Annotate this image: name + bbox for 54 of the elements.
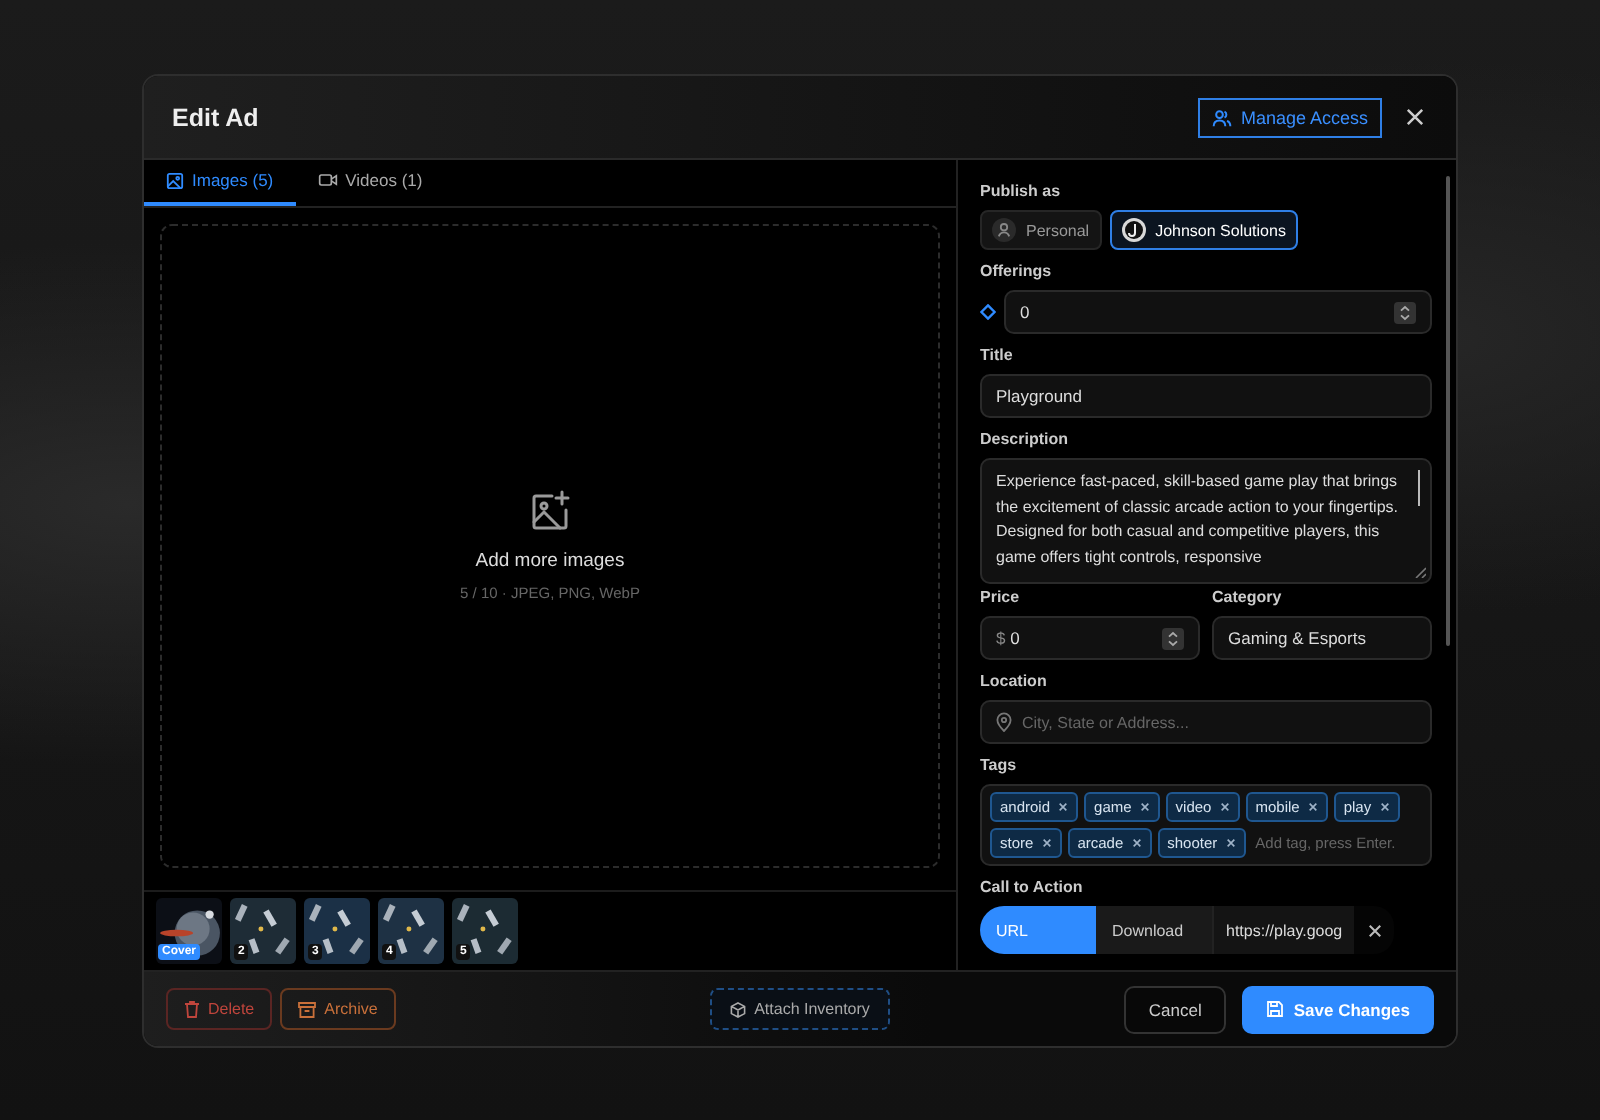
close-icon xyxy=(1367,923,1382,937)
image-icon xyxy=(166,171,184,190)
url-input[interactable]: https://play.goog xyxy=(1212,906,1355,954)
description-textarea[interactable]: Experience fast-paced, skill-based game play that brings the excitement of classic arcade action to your fingertips. Designed for both casual and competitive players, this game offers tight controls, responsive xyxy=(980,458,1432,584)
archive-icon xyxy=(298,1001,317,1017)
diamond-icon xyxy=(980,304,996,320)
publish-option[interactable]: Johnson Solutions xyxy=(1109,210,1298,250)
field-label: Title xyxy=(980,346,1015,364)
video-icon xyxy=(317,172,338,189)
remove-icon[interactable] xyxy=(1225,838,1236,848)
category-select[interactable]: Gaming & Esports xyxy=(1212,616,1432,660)
field-label: Tags xyxy=(980,756,1019,774)
title-input[interactable]: Playground xyxy=(980,374,1432,418)
dropzone-title: Add more images xyxy=(475,549,625,572)
media-tab[interactable]: Videos (1) xyxy=(295,160,445,206)
field-label: Publish as xyxy=(980,182,1063,200)
remove-icon[interactable] xyxy=(1379,802,1390,812)
save-icon xyxy=(1265,1000,1284,1018)
remove-icon[interactable] xyxy=(1058,802,1069,812)
close-icon[interactable] xyxy=(1406,108,1424,126)
cancel-button[interactable]: Cancel xyxy=(1124,985,1226,1033)
clear-button[interactable] xyxy=(1354,906,1395,954)
remove-icon[interactable] xyxy=(1139,802,1150,812)
person-icon xyxy=(992,218,1016,242)
remove-icon[interactable] xyxy=(1307,802,1318,812)
cta-option[interactable]: Download xyxy=(1096,906,1212,954)
dialog-title: Edit Ad xyxy=(172,103,259,131)
remove-icon[interactable] xyxy=(1041,838,1052,848)
offerings-input[interactable]: 0 xyxy=(1004,290,1432,334)
manage-access-button[interactable]: Manage Access xyxy=(1198,97,1382,137)
archive-button[interactable]: Archive xyxy=(280,988,396,1030)
add-image-icon xyxy=(528,489,572,534)
field-label: Location xyxy=(980,672,1049,690)
field-label: Description xyxy=(980,430,1071,448)
remove-icon[interactable] xyxy=(1219,802,1230,812)
media-tab[interactable]: Images (5) xyxy=(144,160,296,206)
box-icon xyxy=(730,1001,747,1017)
trash-icon xyxy=(184,1000,200,1018)
location-pin-icon xyxy=(996,712,1012,732)
stepper-icon[interactable] xyxy=(1162,627,1184,649)
field-label: Price xyxy=(980,588,1022,606)
field-label: Category xyxy=(1212,588,1284,606)
company-logo-icon xyxy=(1121,218,1146,242)
price-input[interactable]: $ 0 xyxy=(980,616,1200,660)
attach-inventory-button[interactable]: Attach Inventory xyxy=(710,988,890,1030)
remove-icon[interactable] xyxy=(1131,838,1142,848)
field-label: Offerings xyxy=(980,262,1054,280)
resize-grip-icon[interactable] xyxy=(1414,566,1426,578)
scrollbar[interactable] xyxy=(1417,470,1420,506)
stepper-icon[interactable] xyxy=(1394,301,1416,323)
users-icon xyxy=(1212,107,1233,127)
field-label: Call to Action xyxy=(980,878,1085,896)
publish-option[interactable]: Personal xyxy=(980,210,1102,250)
scrollbar[interactable] xyxy=(1446,176,1450,646)
